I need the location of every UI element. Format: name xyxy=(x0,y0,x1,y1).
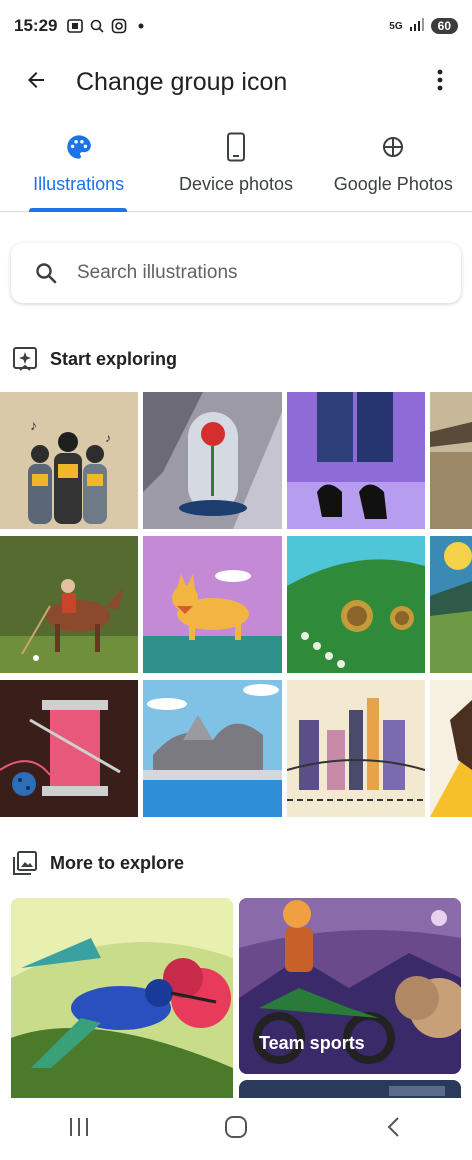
instagram-icon xyxy=(111,18,127,34)
home-button[interactable] xyxy=(206,1104,266,1154)
illustration-tile-partial-3[interactable] xyxy=(430,680,472,817)
status-right: 5G 60 xyxy=(389,17,458,36)
arrow-back-icon xyxy=(24,68,48,97)
status-time: 15:29 xyxy=(14,16,58,35)
tab-label: Google Photos xyxy=(333,174,453,194)
smartphone-icon xyxy=(221,132,251,162)
illustration-tile-city[interactable] xyxy=(287,680,425,817)
page-title: Change group icon xyxy=(76,67,288,96)
assistant-icon xyxy=(89,18,105,34)
back-nav-button[interactable] xyxy=(363,1104,423,1154)
dot-icon xyxy=(133,18,149,34)
more-options-button[interactable] xyxy=(420,58,460,106)
illustration-tile-choir[interactable]: ♪ ♪ xyxy=(0,392,138,529)
search-placeholder: Search illustrations xyxy=(77,262,238,283)
tab-bar: Illustrations Device photos Google Photo… xyxy=(0,124,472,212)
search-input[interactable]: Search illustrations xyxy=(11,243,461,303)
section-title: More to explore xyxy=(50,852,185,873)
screenshot-icon xyxy=(67,18,84,34)
notification-icons xyxy=(67,18,149,34)
illustration-tile-sewing[interactable] xyxy=(0,680,138,817)
illustration-tile-partial-2[interactable] xyxy=(430,536,472,673)
battery-indicator: 60 xyxy=(430,18,458,34)
palette-icon xyxy=(64,132,94,162)
svg-text:♪: ♪ xyxy=(105,431,111,445)
recent-apps-icon xyxy=(68,1117,90,1142)
explore-card-hummingbird[interactable] xyxy=(11,898,233,1098)
svg-text:♪: ♪ xyxy=(30,417,37,433)
card-label: Team sports xyxy=(259,1033,365,1053)
explore-card-partial[interactable] xyxy=(239,1080,461,1100)
tab-label: Device photos xyxy=(178,174,294,194)
section-title: Start exploring xyxy=(50,348,178,369)
illustration-tile-polo[interactable] xyxy=(0,536,138,673)
section-more-to-explore: More to explore xyxy=(12,850,184,876)
explore-card-team-sports[interactable]: Team sports xyxy=(239,898,461,1074)
illustration-tile-guggenheim[interactable] xyxy=(143,680,282,817)
more-vert-icon xyxy=(437,69,443,96)
pinwheel-icon xyxy=(378,132,408,162)
back-button[interactable] xyxy=(12,58,60,106)
photo-library-icon xyxy=(12,850,38,876)
tab-google-photos[interactable]: Google Photos xyxy=(315,124,472,211)
signal-icon xyxy=(409,17,425,36)
tab-illustrations[interactable]: Illustrations xyxy=(0,124,157,212)
app-bar: Change group icon xyxy=(0,52,472,112)
tab-label: Illustrations xyxy=(33,174,125,194)
status-bar: 15:29 5G 60 xyxy=(0,0,472,52)
sparkle-icon xyxy=(12,346,38,372)
tab-active-indicator xyxy=(29,208,127,212)
chevron-left-icon xyxy=(385,1116,401,1143)
illustration-tile-shoes[interactable] xyxy=(287,392,425,529)
illustration-tile-corgi[interactable] xyxy=(143,536,282,673)
system-nav-bar xyxy=(0,1098,472,1160)
tab-device-photos[interactable]: Device photos xyxy=(157,124,314,211)
network-label: 5G xyxy=(389,20,403,32)
illustration-tile-partial-1[interactable] xyxy=(430,392,472,529)
section-start-exploring: Start exploring xyxy=(12,346,177,372)
search-icon xyxy=(33,260,59,286)
illustration-tile-rose[interactable] xyxy=(143,392,282,529)
recent-apps-button[interactable] xyxy=(49,1104,109,1154)
illustration-tile-hobbit-house[interactable] xyxy=(287,536,425,673)
home-icon xyxy=(224,1115,248,1144)
